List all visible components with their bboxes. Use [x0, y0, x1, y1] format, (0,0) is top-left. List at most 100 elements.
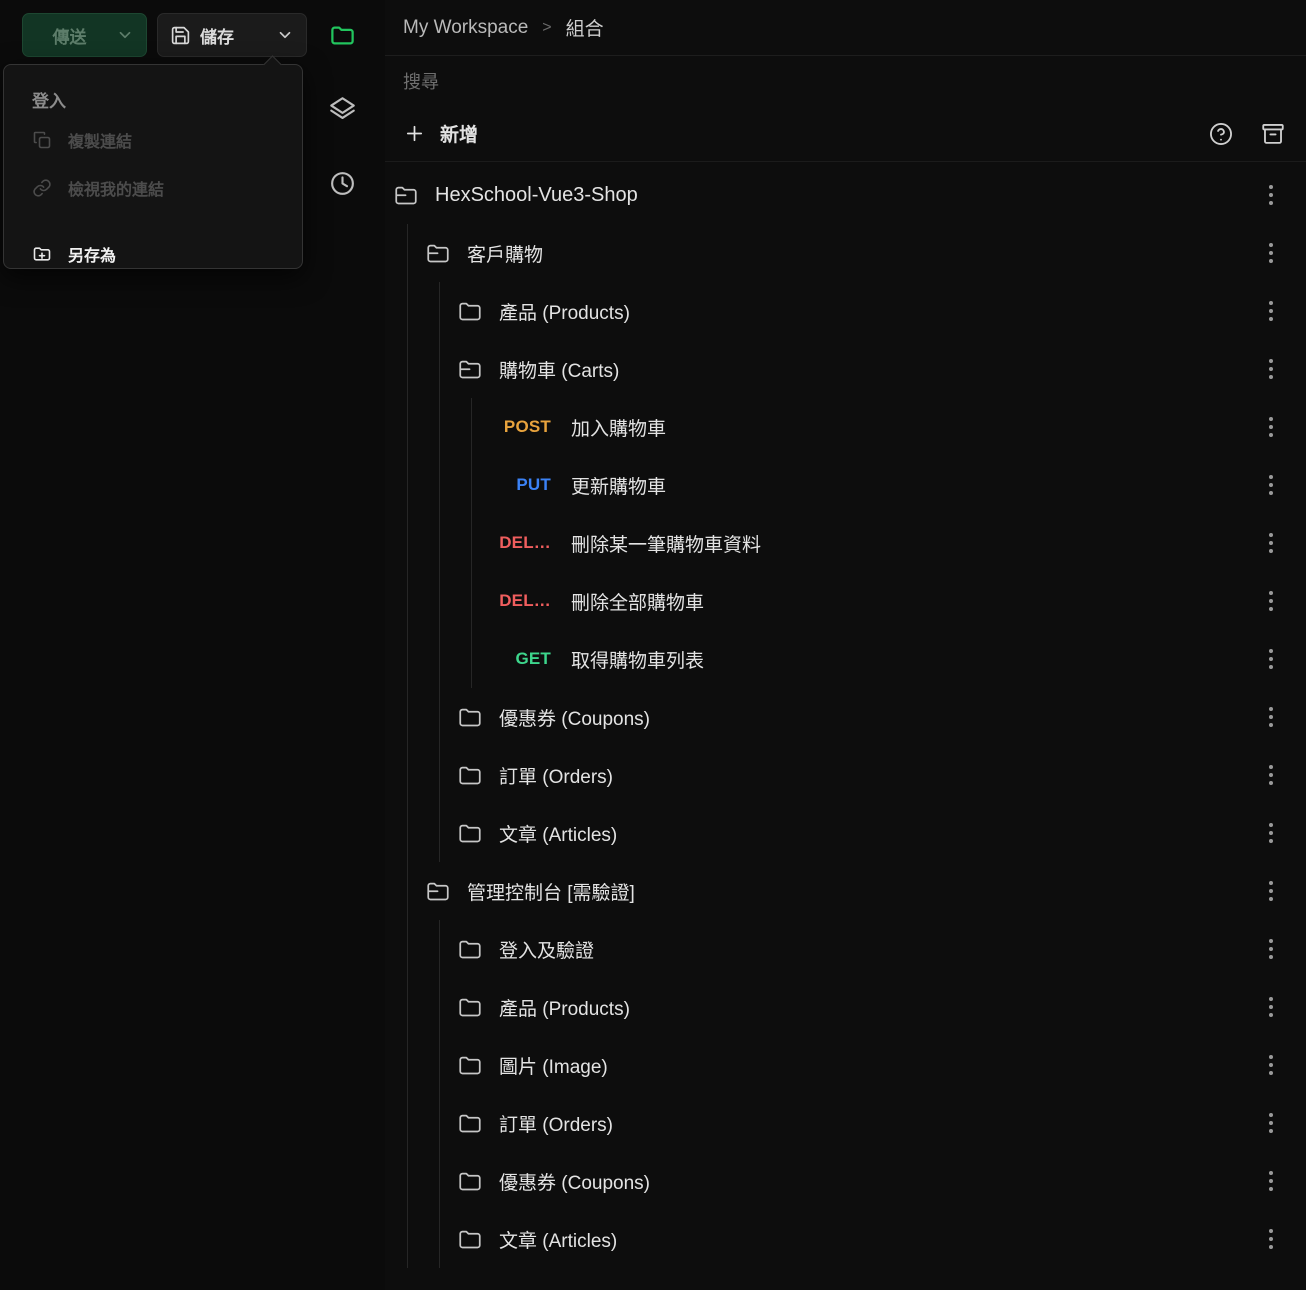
row-more-menu-icon[interactable]: [1258, 296, 1284, 326]
row-more-menu-icon[interactable]: [1258, 354, 1284, 384]
tree-indent: [385, 1036, 457, 1094]
tree-request-row[interactable]: DEL…刪除某一筆購物車資料: [385, 514, 1306, 572]
tree-guide-line: [407, 978, 408, 1036]
row-more-menu-icon[interactable]: [1258, 412, 1284, 442]
tree-guide-line: [471, 630, 472, 688]
save-chevron-down-icon[interactable]: [276, 26, 294, 44]
tree-guide-line: [407, 688, 408, 746]
row-more-menu-icon[interactable]: [1258, 702, 1284, 732]
menu-item-save-as[interactable]: 另存為: [4, 234, 302, 274]
tree-folder-row[interactable]: 訂單 (Orders): [385, 1094, 1306, 1152]
save-button[interactable]: 儲存: [157, 13, 307, 57]
tree-guide-line: [439, 804, 440, 862]
tree-folder-row[interactable]: 文章 (Articles): [385, 804, 1306, 862]
row-more-menu-icon[interactable]: [1258, 1108, 1284, 1138]
dropdown-title: 登入: [4, 65, 302, 112]
tree-folder-row[interactable]: 管理控制台 [需驗證]: [385, 862, 1306, 920]
add-button[interactable]: 新增: [403, 120, 478, 147]
save-button-label: 儲存: [200, 23, 234, 48]
archive-icon[interactable]: [1260, 121, 1286, 147]
row-more-menu-icon[interactable]: [1258, 528, 1284, 558]
layers-icon: [329, 96, 356, 128]
tree-guide-line: [407, 282, 408, 340]
row-more-menu-icon[interactable]: [1258, 644, 1284, 674]
save-disk-icon: [170, 25, 191, 46]
tree-guide-line: [407, 398, 408, 456]
folder-open-icon: [425, 240, 451, 266]
tree-folder-row[interactable]: 登入及驗證: [385, 920, 1306, 978]
tree-request-row[interactable]: GET取得購物車列表: [385, 630, 1306, 688]
rail-history-button[interactable]: [320, 164, 364, 208]
request-method-label: GET: [489, 649, 551, 669]
tree-folder-name: 圖片 (Image): [499, 1052, 608, 1079]
tree-guide-line: [439, 1152, 440, 1210]
tree-guide-line: [439, 746, 440, 804]
tree-folder-row[interactable]: 產品 (Products): [385, 978, 1306, 1036]
row-more-menu-icon[interactable]: [1258, 180, 1284, 210]
menu-item-copy-link[interactable]: 複製連結: [4, 120, 302, 160]
folder-closed-icon: [457, 1168, 483, 1194]
tree-request-row[interactable]: POST加入購物車: [385, 398, 1306, 456]
row-more-menu-icon[interactable]: [1258, 934, 1284, 964]
tree-folder-row[interactable]: 優惠券 (Coupons): [385, 688, 1306, 746]
action-row: 新增: [385, 106, 1306, 162]
rail-layers-button[interactable]: [320, 90, 364, 134]
folder-closed-icon: [457, 1226, 483, 1252]
menu-item-save-as-label: 另存為: [68, 242, 116, 266]
copy-icon: [32, 130, 52, 150]
folder-open-icon: [457, 356, 483, 382]
search-row[interactable]: 搜尋: [385, 56, 1306, 106]
tree-indent: [385, 282, 457, 340]
tree-request-row[interactable]: PUT更新購物車: [385, 456, 1306, 514]
tree-guide-line: [407, 1210, 408, 1268]
tree-folder-row[interactable]: 購物車 (Carts): [385, 340, 1306, 398]
breadcrumb-current[interactable]: 組合: [566, 14, 604, 41]
tree-folder-row[interactable]: 圖片 (Image): [385, 1036, 1306, 1094]
tree-guide-line: [439, 572, 440, 630]
rail-folder-button[interactable]: [320, 16, 364, 60]
send-button[interactable]: 傳送: [22, 13, 147, 57]
menu-item-copy-link-label: 複製連結: [68, 128, 132, 152]
row-more-menu-icon[interactable]: [1258, 238, 1284, 268]
tree-request-row[interactable]: DEL…刪除全部購物車: [385, 572, 1306, 630]
row-more-menu-icon[interactable]: [1258, 1050, 1284, 1080]
tree-guide-line: [439, 282, 440, 340]
tree-folder-row[interactable]: 文章 (Articles): [385, 1210, 1306, 1268]
tree-folder-row[interactable]: 訂單 (Orders): [385, 746, 1306, 804]
tree-guide-line: [407, 630, 408, 688]
tree-indent: [385, 630, 489, 688]
folder-closed-icon: [457, 298, 483, 324]
tree-folder-row[interactable]: 客戶購物: [385, 224, 1306, 282]
tree-folder-name: HexSchool-Vue3-Shop: [435, 184, 638, 207]
tree-indent: [385, 978, 457, 1036]
tree-guide-line: [439, 456, 440, 514]
request-method-label: PUT: [489, 475, 551, 495]
row-more-menu-icon[interactable]: [1258, 760, 1284, 790]
left-column: 傳送 儲存: [0, 0, 385, 1290]
tree-indent: [385, 1210, 457, 1268]
tree-guide-line: [407, 456, 408, 514]
row-more-menu-icon[interactable]: [1258, 992, 1284, 1022]
row-more-menu-icon[interactable]: [1258, 1166, 1284, 1196]
tree-guide-line: [471, 398, 472, 456]
row-more-menu-icon[interactable]: [1258, 818, 1284, 848]
tree-guide-line: [407, 1094, 408, 1152]
menu-item-view-my-link[interactable]: 檢視我的連結: [4, 168, 302, 208]
request-method-label: DEL…: [489, 533, 551, 553]
chevron-down-icon: [116, 26, 134, 44]
breadcrumb-workspace[interactable]: My Workspace: [403, 17, 528, 39]
tree-indent: [385, 804, 457, 862]
tree-folder-row[interactable]: 產品 (Products): [385, 282, 1306, 340]
help-circle-icon[interactable]: [1208, 121, 1234, 147]
row-more-menu-icon[interactable]: [1258, 876, 1284, 906]
tree-guide-line: [407, 1036, 408, 1094]
row-more-menu-icon[interactable]: [1258, 470, 1284, 500]
tree-folder-row[interactable]: 優惠券 (Coupons): [385, 1152, 1306, 1210]
tree-indent: [385, 514, 489, 572]
folder-closed-icon: [457, 1110, 483, 1136]
tree-indent: [385, 688, 457, 746]
row-more-menu-icon[interactable]: [1258, 586, 1284, 616]
breadcrumb: My Workspace > 組合: [385, 0, 1306, 56]
row-more-menu-icon[interactable]: [1258, 1224, 1284, 1254]
tree-folder-row[interactable]: HexSchool-Vue3-Shop: [385, 166, 1306, 224]
